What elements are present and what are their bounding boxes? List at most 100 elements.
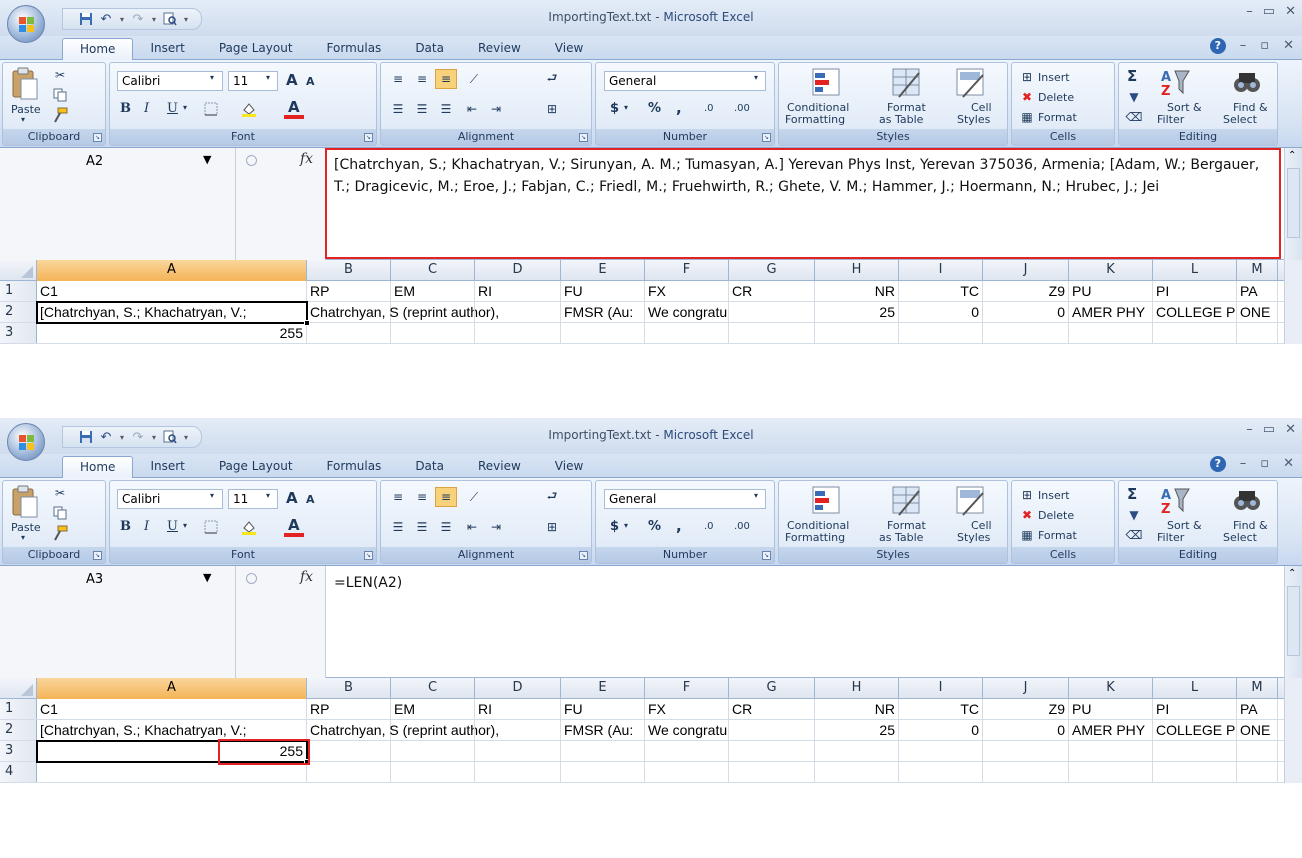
column-header-a[interactable]: A	[37, 678, 307, 699]
cell-d4[interactable]	[475, 762, 561, 782]
cell-d3[interactable]	[475, 323, 561, 343]
cell-j2[interactable]: 0	[983, 302, 1069, 322]
insert-function-icon[interactable]: fx	[300, 569, 313, 585]
doc-minimize-icon[interactable]: –	[1240, 456, 1247, 472]
font-size-select[interactable]: 11	[228, 71, 278, 91]
column-header-k[interactable]: K	[1069, 678, 1153, 699]
cell-l2[interactable]: COLLEGE P	[1153, 302, 1237, 322]
fill-icon[interactable]: ▼	[1123, 505, 1145, 525]
number-launcher-icon[interactable]: ↘	[762, 133, 771, 142]
tab-formulas[interactable]: Formulas	[310, 38, 399, 60]
cell-g2[interactable]	[729, 302, 815, 322]
align-bottom-icon[interactable]: ≡	[435, 487, 457, 507]
underline-dropdown-icon[interactable]: ▾	[183, 103, 187, 112]
insert-cells-icon[interactable]: ⊞	[1016, 485, 1038, 505]
fill-handle[interactable]	[304, 759, 310, 765]
cell-j3[interactable]	[983, 323, 1069, 343]
paste-label[interactable]: Paste	[11, 103, 41, 116]
number-launcher-icon[interactable]: ↘	[762, 551, 771, 560]
align-bottom-icon[interactable]: ≡	[435, 69, 457, 89]
autosum-icon[interactable]: Σ	[1127, 485, 1137, 503]
cell-k2[interactable]: AMER PHY	[1069, 302, 1153, 322]
delete-cells-label[interactable]: Delete	[1038, 91, 1074, 104]
underline-dropdown-icon[interactable]: ▾	[183, 521, 187, 530]
office-button[interactable]	[7, 423, 45, 461]
cell-m4[interactable]	[1237, 762, 1278, 782]
cell-d3[interactable]	[475, 741, 561, 761]
cell-f2[interactable]: We congratulate our	[645, 720, 729, 740]
tab-home[interactable]: Home	[62, 456, 134, 478]
increase-decimal-button[interactable]: .0	[704, 103, 714, 114]
underline-button[interactable]: U	[167, 101, 178, 116]
column-header-i[interactable]: I	[899, 260, 983, 281]
cell-d2[interactable]	[475, 302, 561, 322]
number-format-dropdown-icon[interactable]: ▾	[754, 73, 758, 82]
delete-cells-label[interactable]: Delete	[1038, 509, 1074, 522]
fill-handle[interactable]	[304, 320, 310, 326]
column-header-a[interactable]: A	[37, 260, 307, 281]
cell-c2[interactable]	[391, 302, 475, 322]
formula-input[interactable]: =LEN(A2)	[334, 572, 1274, 594]
formula-bar-scrollbar[interactable]: ⌃	[1284, 566, 1302, 678]
column-header-j[interactable]: J	[983, 678, 1069, 699]
font-color-icon[interactable]: A	[288, 98, 300, 116]
cell-a4[interactable]	[37, 762, 307, 782]
column-header-c[interactable]: C	[391, 678, 475, 699]
cell-styles-label-2[interactable]: Styles	[957, 113, 990, 126]
cell-b1[interactable]: RP	[307, 281, 391, 301]
cell-l3[interactable]	[1153, 323, 1237, 343]
cell-styles-icon[interactable]	[955, 67, 987, 99]
merge-center-icon[interactable]: ⊞	[541, 517, 563, 537]
insert-cells-icon[interactable]: ⊞	[1016, 67, 1038, 87]
column-header-b[interactable]: B	[307, 678, 391, 699]
align-left-icon[interactable]: ☰	[387, 99, 409, 119]
cell-d1[interactable]: RI	[475, 699, 561, 719]
cell-i3[interactable]	[899, 323, 983, 343]
conditional-formatting-icon[interactable]	[811, 485, 843, 517]
align-middle-icon[interactable]: ≡	[411, 487, 433, 507]
column-header-f[interactable]: F	[645, 678, 729, 699]
increase-indent-icon[interactable]: ⇥	[485, 99, 507, 119]
grid-vertical-scrollbar[interactable]	[1284, 260, 1302, 344]
shrink-font-icon[interactable]: A	[306, 493, 315, 506]
wrap-text-icon[interactable]: ⮐	[541, 69, 563, 89]
select-all-button[interactable]	[0, 260, 37, 281]
row-header-2[interactable]: 2	[0, 302, 37, 322]
sort-filter-icon[interactable]: AZ	[1159, 485, 1191, 517]
name-box-dropdown-icon[interactable]: ▼	[203, 571, 211, 584]
cell-e3[interactable]	[561, 741, 645, 761]
align-center-icon[interactable]: ☰	[411, 99, 433, 119]
bold-button[interactable]: B	[120, 519, 131, 534]
cell-j3[interactable]	[983, 741, 1069, 761]
cell-k3[interactable]	[1069, 323, 1153, 343]
cell-h1[interactable]: NR	[815, 281, 899, 301]
cell-e1[interactable]: FU	[561, 699, 645, 719]
percent-button[interactable]: %	[648, 519, 661, 534]
sort-filter-label-2[interactable]: Filter	[1157, 531, 1184, 544]
doc-close-icon[interactable]: ✕	[1283, 456, 1294, 472]
grow-font-icon[interactable]: A	[286, 71, 298, 89]
cell-h2[interactable]: 25	[815, 302, 899, 322]
cell-j2[interactable]: 0	[983, 720, 1069, 740]
font-color-icon[interactable]: A	[288, 516, 300, 534]
format-as-table-label-2[interactable]: as Table	[879, 113, 923, 126]
delete-cells-icon[interactable]: ✖	[1016, 505, 1038, 525]
minimize-icon[interactable]: –	[1246, 422, 1253, 437]
cell-l3[interactable]	[1153, 741, 1237, 761]
cell-j4[interactable]	[983, 762, 1069, 782]
name-box[interactable]: A3 ▼	[0, 566, 236, 678]
tab-review[interactable]: Review	[461, 38, 538, 60]
find-select-label-2[interactable]: Select	[1223, 113, 1257, 126]
formula-scroll-thumb[interactable]	[1287, 168, 1300, 238]
find-select-label-2[interactable]: Select	[1223, 531, 1257, 544]
find-select-icon[interactable]	[1231, 67, 1263, 99]
cell-d1[interactable]: RI	[475, 281, 561, 301]
format-as-table-icon[interactable]	[891, 67, 923, 99]
cell-i3[interactable]	[899, 741, 983, 761]
cell-j1[interactable]: Z9	[983, 281, 1069, 301]
maximize-icon[interactable]: ▭	[1263, 4, 1275, 19]
increase-decimal-button[interactable]: .0	[704, 521, 714, 532]
cell-k2[interactable]: AMER PHY	[1069, 720, 1153, 740]
font-size-dropdown-icon[interactable]: ▾	[266, 491, 270, 500]
cell-a1[interactable]: C1	[37, 281, 307, 301]
